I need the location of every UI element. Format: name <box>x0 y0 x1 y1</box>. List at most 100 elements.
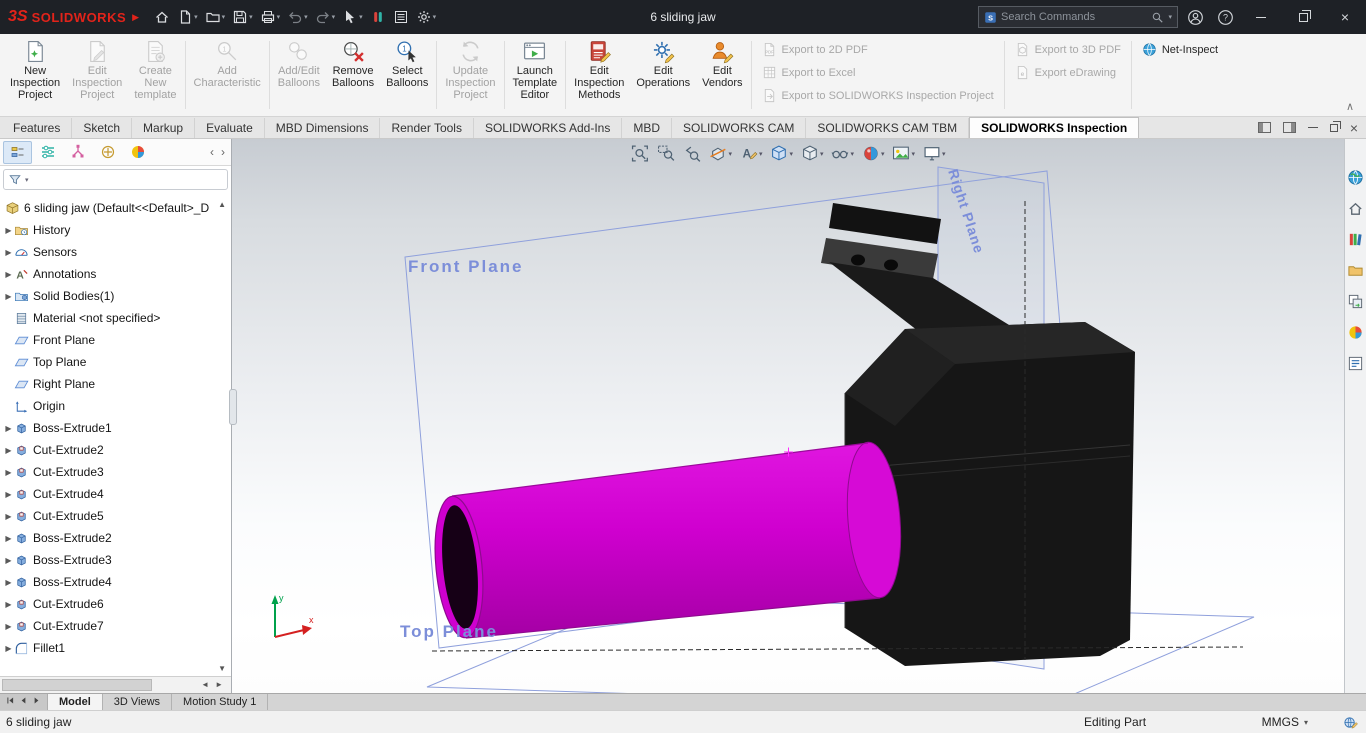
expand-caret-icon[interactable]: ▶ <box>3 226 14 235</box>
manager-tab-displaymanager[interactable] <box>123 141 152 164</box>
ribbon-net-inspect-button[interactable]: Net-Inspect <box>1142 42 1218 57</box>
dropdown-caret-icon[interactable]: ▾ <box>820 150 824 158</box>
qat-new-document-button[interactable]: ▾ <box>174 6 201 28</box>
tree-horizontal-scrollbar[interactable]: ◄ ► <box>0 676 231 693</box>
headsup-dynamic-annotation-button[interactable]: A ▾ <box>738 142 764 165</box>
search-input[interactable] <box>1001 11 1148 23</box>
dropdown-caret-icon[interactable]: ▾ <box>728 150 732 158</box>
scroll-right-icon[interactable]: ► <box>215 680 223 689</box>
headsup-edit-appearance-button[interactable]: ▾ <box>860 142 886 165</box>
expand-caret-icon[interactable]: ▶ <box>3 468 14 477</box>
user-account-button[interactable] <box>1180 0 1210 34</box>
manager-tab-dimxpertmanager[interactable] <box>93 141 122 164</box>
ribbon-edit-operations-button[interactable]: Edit Operations <box>630 36 696 114</box>
ribbon-collapse-button[interactable]: ∧ <box>1346 100 1354 113</box>
headsup-hide-show-button[interactable]: ▾ <box>830 142 856 165</box>
units-selector[interactable]: MMGS ▾ <box>1262 715 1308 729</box>
dropdown-caret-icon[interactable]: ▾ <box>942 150 946 158</box>
dropdown-caret-icon[interactable]: ▾ <box>249 13 253 21</box>
taskpane-appearances-ball-button[interactable] <box>1347 324 1364 346</box>
expand-caret-icon[interactable]: ▶ <box>3 424 14 433</box>
dropdown-caret-icon[interactable]: ▾ <box>194 13 198 21</box>
qat-gear-button[interactable]: ▾ <box>413 6 440 28</box>
tab-mbd[interactable]: MBD <box>622 118 673 138</box>
tree-item-cut-extrude3[interactable]: ▶ Cut-Extrude3 <box>0 461 231 483</box>
command-search[interactable]: S ▾ <box>978 6 1178 28</box>
top-plane-label[interactable]: Top Plane <box>400 622 498 641</box>
headsup-view-orientation-button[interactable]: ▾ <box>768 142 794 165</box>
tab-render-tools[interactable]: Render Tools <box>380 118 474 138</box>
ribbon-edit-vendors-button[interactable]: Edit Vendors <box>696 36 748 114</box>
taskpane-file-explorer-button[interactable] <box>1347 262 1364 284</box>
dropdown-caret-icon[interactable]: ▾ <box>304 13 308 21</box>
tab-features[interactable]: Features <box>2 118 73 138</box>
dropdown-caret-icon[interactable]: ▾ <box>359 13 363 21</box>
document-restore-button[interactable] <box>1329 120 1341 132</box>
tree-item-origin[interactable]: Origin <box>0 395 231 417</box>
dropdown-caret-icon[interactable]: ▾ <box>222 13 226 21</box>
tree-item-top-plane[interactable]: Top Plane <box>0 351 231 373</box>
tab-solidworks-cam[interactable]: SOLIDWORKS CAM <box>672 118 807 138</box>
qat-redo-button[interactable]: ▾ <box>312 6 339 28</box>
tab-solidworks-add-ins[interactable]: SOLIDWORKS Add-Ins <box>474 118 623 138</box>
taskpane-resources-home-button[interactable] <box>1347 200 1364 222</box>
tab-next-button[interactable] <box>32 696 41 708</box>
filter-funnel-icon[interactable] <box>8 173 22 187</box>
doc-tab-motion-study-1[interactable]: Motion Study 1 <box>172 694 269 710</box>
units-caret-icon[interactable]: ▾ <box>1304 718 1308 727</box>
taskpane-custom-properties-button[interactable] <box>1347 355 1364 377</box>
qat-open-folder-button[interactable]: ▾ <box>202 6 229 28</box>
scrollbar-thumb[interactable] <box>2 679 152 691</box>
headsup-apply-scene-button[interactable]: ▾ <box>891 142 917 165</box>
headsup-zoom-area-button[interactable] <box>655 142 676 165</box>
expand-caret-icon[interactable]: ▶ <box>3 578 14 587</box>
publish-globe-icon[interactable] <box>1343 715 1358 730</box>
pane-right-icon[interactable] <box>1282 122 1296 133</box>
taskpane-view-palette-button[interactable] <box>1347 293 1364 315</box>
tab-markup[interactable]: Markup <box>132 118 196 138</box>
manager-tab-propertymanager[interactable] <box>33 141 62 164</box>
expand-caret-icon[interactable]: ▶ <box>3 248 14 257</box>
tree-item-sensors[interactable]: ▶ Sensors <box>0 241 231 263</box>
qat-select-cursor-button[interactable]: ▾ <box>339 6 366 28</box>
qat-print-button[interactable]: ▾ <box>257 6 284 28</box>
tab-solidworks-cam-tbm[interactable]: SOLIDWORKS CAM TBM <box>806 118 970 138</box>
tree-item-cut-extrude7[interactable]: ▶ Cut-Extrude7 <box>0 615 231 637</box>
expand-caret-icon[interactable]: ▶ <box>3 490 14 499</box>
help-button[interactable]: ? <box>1210 0 1240 34</box>
tree-item-fillet1[interactable]: ▶ Fillet1 <box>0 637 231 659</box>
front-plane-label[interactable]: Front Plane <box>408 257 524 276</box>
tab-prev-button[interactable] <box>19 696 28 708</box>
tree-scroll-down-icon[interactable]: ▼ <box>218 664 226 673</box>
ribbon-edit-inspection-methods-button[interactable]: Edit Inspection Methods <box>568 36 630 114</box>
expand-caret-icon[interactable]: ▶ <box>3 600 14 609</box>
chevron-left-icon[interactable]: ‹ <box>210 145 214 159</box>
dropdown-caret-icon[interactable]: ▾ <box>332 13 336 21</box>
dropdown-caret-icon[interactable]: ▾ <box>759 150 763 158</box>
expand-caret-icon[interactable]: ▶ <box>3 644 14 653</box>
headsup-view-settings-button[interactable]: ▾ <box>921 142 947 165</box>
doc-tab-model[interactable]: Model <box>48 694 103 710</box>
tree-item-cut-extrude5[interactable]: ▶ Cut-Extrude5 <box>0 505 231 527</box>
filter-caret-icon[interactable]: ▾ <box>25 176 29 184</box>
dropdown-caret-icon[interactable]: ▾ <box>851 150 855 158</box>
logo-flyout-arrow-icon[interactable]: ▶ <box>132 12 139 23</box>
tree-item-solid-bodies-1[interactable]: ▶ Solid Bodies(1) <box>0 285 231 307</box>
scene-3d[interactable]: Right Plane Front Plane Top Plane x y <box>232 139 1344 693</box>
headsup-previous-view-button[interactable] <box>681 142 702 165</box>
dropdown-caret-icon[interactable]: ▾ <box>789 150 793 158</box>
doc-tab-3d-views[interactable]: 3D Views <box>103 694 173 710</box>
feature-tree-filter[interactable]: ▾ <box>3 169 228 190</box>
tab-mbd-dimensions[interactable]: MBD Dimensions <box>265 118 381 138</box>
tree-item-right-plane[interactable]: Right Plane <box>0 373 231 395</box>
tree-item-history[interactable]: ▶ History <box>0 219 231 241</box>
close-button[interactable]: × <box>1324 0 1366 34</box>
selected-cylinder-face[interactable] <box>429 440 906 640</box>
tree-item-material-not-specified[interactable]: Material <not specified> <box>0 307 231 329</box>
headsup-display-style-button[interactable]: ▾ <box>799 142 825 165</box>
expand-caret-icon[interactable]: ▶ <box>3 556 14 565</box>
expand-caret-icon[interactable]: ▶ <box>3 622 14 631</box>
ribbon-select-balloons-button[interactable]: 1 Select Balloons <box>380 36 434 114</box>
tree-item-root[interactable]: 6 sliding jaw (Default<<Default>_D <box>0 197 231 219</box>
tree-item-annotations[interactable]: ▶ A Annotations <box>0 263 231 285</box>
